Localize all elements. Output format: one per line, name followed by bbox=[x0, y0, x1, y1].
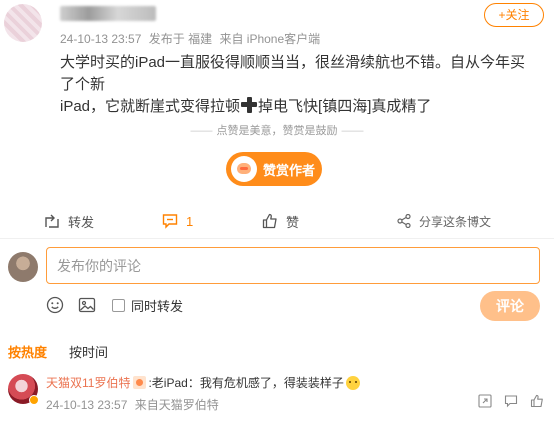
repost-checkbox-wrap[interactable]: 同时转发 bbox=[112, 296, 183, 315]
cross-emoji-icon bbox=[241, 97, 258, 113]
current-user-avatar[interactable] bbox=[8, 252, 38, 282]
divider bbox=[0, 238, 554, 239]
image-icon[interactable] bbox=[78, 296, 96, 314]
author-avatar[interactable] bbox=[4, 4, 42, 42]
comment-icon bbox=[162, 214, 178, 229]
comment-button[interactable]: 1 bbox=[162, 208, 193, 234]
vip-badge-icon bbox=[29, 395, 39, 405]
post-body: 大学时买的iPad一直服役得顺顺当当，很丝滑续航也不错。自从今年买了个新 iPa… bbox=[60, 52, 530, 118]
share-button[interactable]: 分享这条博文 bbox=[397, 208, 491, 234]
smile-emoji-icon bbox=[345, 375, 360, 390]
tab-sort-time[interactable]: 按时间 bbox=[69, 342, 108, 361]
comment-actions bbox=[466, 394, 544, 408]
post-text-line-2: iPad，它就断崖式变得拉顿 掉电飞快[镇四海]真成精了 bbox=[60, 96, 530, 118]
tab-sort-hot[interactable]: 按热度 bbox=[8, 342, 47, 361]
reward-hint: —— 点赞是美意，赞赏是鼓励 —— bbox=[0, 122, 554, 138]
comment-text: :老iPad：我有危机感了，得装装样子 bbox=[148, 376, 344, 390]
comment-repost-icon[interactable] bbox=[478, 394, 492, 408]
reward-hint-dash-right: —— bbox=[341, 125, 364, 137]
post-text-line-2b: 掉电飞快[镇四海]真成精了 bbox=[258, 98, 432, 115]
submit-comment-button[interactable]: 评论 bbox=[480, 291, 540, 321]
post-header: 24-10-13 23:57 发布于 福建 来自 iPhone客户端 +关注 bbox=[0, 0, 554, 48]
share-icon bbox=[397, 214, 411, 228]
comment-meta: 24-10-13 23:57 来自天猫罗伯特 bbox=[46, 396, 223, 413]
member-badge-icon bbox=[133, 376, 147, 389]
post-text-line-2a: iPad，它就断崖式变得拉顿 bbox=[60, 98, 241, 115]
reward-author-button[interactable]: 赞赏作者 bbox=[226, 152, 322, 186]
like-icon bbox=[262, 213, 277, 229]
like-label: 赞 bbox=[286, 214, 300, 230]
like-button[interactable]: 赞 bbox=[262, 208, 299, 234]
comment-timestamp: 24-10-13 23:57 bbox=[46, 398, 128, 412]
follow-button[interactable]: +关注 bbox=[484, 3, 544, 27]
reward-hint-text: 点赞是美意，赞赏是鼓励 bbox=[216, 125, 338, 137]
post-action-bar: 转发 1 赞 分享这条博文 bbox=[0, 208, 554, 234]
reward-mascot-icon bbox=[231, 156, 257, 182]
reward-hint-dash-left: —— bbox=[190, 125, 213, 137]
share-label: 分享这条博文 bbox=[419, 214, 492, 229]
comment-line: 天猫双11罗伯特 :老iPad：我有危机感了，得装装样子 bbox=[46, 374, 360, 391]
emoji-icon[interactable] bbox=[46, 296, 64, 314]
post-meta: 24-10-13 23:57 发布于 福建 来自 iPhone客户端 bbox=[60, 30, 324, 47]
comment-tools: 同时转发 bbox=[46, 294, 183, 316]
author-name-blurred[interactable] bbox=[60, 6, 156, 21]
comment-like-icon[interactable] bbox=[530, 394, 544, 408]
post-timestamp[interactable]: 24-10-13 23:57 bbox=[60, 32, 141, 46]
repost-icon bbox=[45, 214, 59, 228]
comment-source: 来自天猫罗伯特 bbox=[134, 398, 219, 412]
repost-checkbox[interactable] bbox=[112, 298, 125, 312]
repost-button[interactable]: 转发 bbox=[44, 208, 94, 234]
repost-checkbox-label: 同时转发 bbox=[131, 298, 184, 314]
repost-label: 转发 bbox=[68, 214, 95, 230]
reward-button-label: 赞赏作者 bbox=[263, 162, 316, 178]
post-source: 来自 iPhone客户端 bbox=[219, 32, 321, 46]
comment-reply-icon[interactable] bbox=[504, 394, 518, 408]
commenter-name[interactable]: 天猫双11罗伯特 bbox=[46, 374, 130, 391]
post-text-line-1: 大学时买的iPad一直服役得顺顺当当，很丝滑续航也不错。自从今年买了个新 bbox=[60, 54, 526, 93]
post-location: 发布于 福建 bbox=[148, 32, 213, 46]
comment-count: 1 bbox=[186, 213, 194, 229]
comment-sort-tabs: 按热度 按时间 bbox=[8, 342, 130, 361]
comment-input[interactable] bbox=[46, 247, 540, 284]
